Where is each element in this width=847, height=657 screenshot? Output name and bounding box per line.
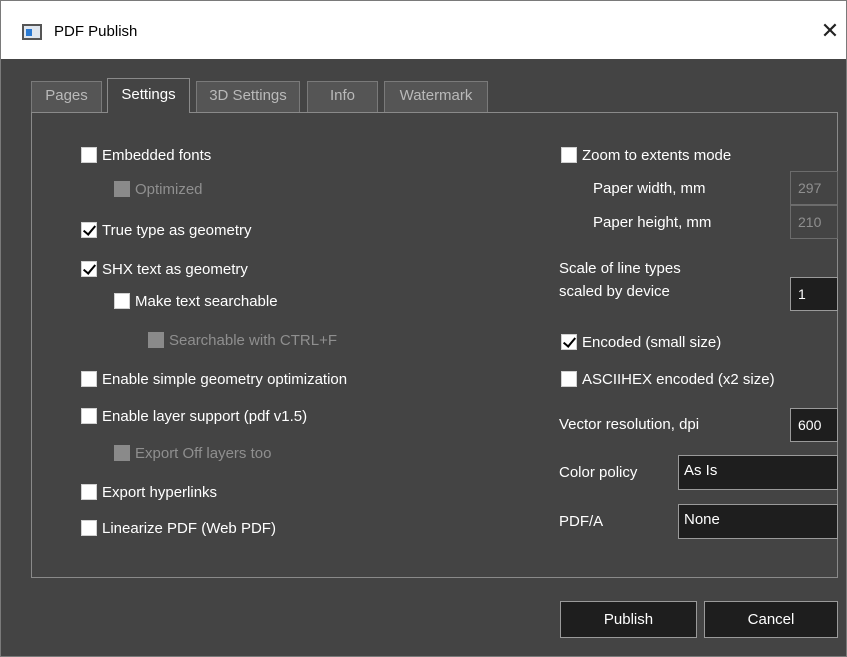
- vector-resolution-input[interactable]: 600: [790, 408, 838, 442]
- layer-support-option[interactable]: Enable layer support (pdf v1.5): [81, 405, 307, 427]
- asciihex-option[interactable]: ASCIIHEX encoded (x2 size): [561, 368, 775, 390]
- line-type-scale-label-1: Scale of line types: [559, 260, 681, 277]
- color-policy-select[interactable]: As Is: [678, 455, 838, 490]
- paper-height-field: 210: [790, 205, 838, 239]
- tab-settings[interactable]: Settings: [107, 78, 190, 113]
- layer-support-checkbox[interactable]: [81, 408, 97, 424]
- export-hyperlinks-option[interactable]: Export hyperlinks: [81, 481, 217, 503]
- make-text-searchable-option[interactable]: Make text searchable: [114, 290, 278, 312]
- zoom-extents-option[interactable]: Zoom to extents mode: [561, 144, 731, 166]
- linearize-pdf-checkbox[interactable]: [81, 520, 97, 536]
- shx-text-geometry-label: SHX text as geometry: [102, 260, 248, 278]
- searchable-ctrl-f-label: Searchable with CTRL+F: [169, 331, 337, 349]
- simple-geometry-optimization-label: Enable simple geometry optimization: [102, 370, 348, 388]
- paper-width-field: 297: [790, 171, 838, 205]
- zoom-extents-label: Zoom to extents mode: [582, 146, 732, 164]
- window-title: PDF Publish: [54, 23, 138, 40]
- tab-3d-settings[interactable]: 3D Settings: [196, 81, 300, 112]
- searchable-ctrl-f-checkbox: [148, 332, 164, 348]
- linearize-pdf-label: Linearize PDF (Web PDF): [102, 519, 276, 537]
- true-type-geometry-option[interactable]: True type as geometry: [81, 219, 252, 241]
- tab-watermark[interactable]: Watermark: [384, 81, 488, 112]
- asciihex-label: ASCIIHEX encoded (x2 size): [582, 370, 775, 388]
- make-text-searchable-checkbox[interactable]: [114, 293, 130, 309]
- optimized-label: Optimized: [135, 180, 203, 198]
- export-off-layers-label: Export Off layers too: [135, 444, 272, 462]
- embedded-fonts-option[interactable]: Embedded fonts: [81, 144, 211, 166]
- export-off-layers-checkbox: [114, 445, 130, 461]
- vector-resolution-label: Vector resolution, dpi: [559, 416, 700, 433]
- paper-height-label: Paper height, mm: [593, 214, 712, 231]
- linearize-pdf-option[interactable]: Linearize PDF (Web PDF): [81, 517, 276, 539]
- pdfa-select[interactable]: None: [678, 504, 838, 539]
- embedded-fonts-label: Embedded fonts: [102, 146, 212, 164]
- simple-geometry-optimization-option[interactable]: Enable simple geometry optimization: [81, 368, 347, 390]
- simple-geometry-optimization-checkbox[interactable]: [81, 371, 97, 387]
- close-icon[interactable]: ✕: [818, 19, 842, 43]
- shx-text-geometry-option[interactable]: SHX text as geometry: [81, 258, 248, 280]
- tab-info[interactable]: Info: [307, 81, 378, 112]
- embedded-fonts-checkbox[interactable]: [81, 147, 97, 163]
- make-text-searchable-label: Make text searchable: [135, 292, 278, 310]
- true-type-geometry-checkbox[interactable]: [81, 222, 97, 238]
- title-bar: PDF Publish ✕: [1, 1, 846, 59]
- line-type-scale-label-2: scaled by device: [559, 283, 670, 300]
- encoded-small-label: Encoded (small size): [582, 333, 722, 351]
- pdfa-label: PDF/A: [559, 513, 604, 530]
- cancel-button[interactable]: Cancel: [704, 601, 838, 638]
- export-hyperlinks-label: Export hyperlinks: [102, 483, 218, 501]
- encoded-small-option[interactable]: Encoded (small size): [561, 331, 721, 353]
- paper-width-label: Paper width, mm: [593, 180, 706, 197]
- line-type-scale-input[interactable]: 1: [790, 277, 838, 311]
- encoded-small-checkbox[interactable]: [561, 334, 577, 350]
- export-off-layers-option: Export Off layers too: [114, 442, 271, 464]
- tab-pages[interactable]: Pages: [31, 81, 102, 112]
- color-policy-label: Color policy: [559, 464, 638, 481]
- export-hyperlinks-checkbox[interactable]: [81, 484, 97, 500]
- searchable-ctrl-f-option: Searchable with CTRL+F: [148, 329, 337, 351]
- shx-text-geometry-checkbox[interactable]: [81, 261, 97, 277]
- publish-button[interactable]: Publish: [560, 601, 697, 638]
- optimized-checkbox: [114, 181, 130, 197]
- layer-support-label: Enable layer support (pdf v1.5): [102, 407, 308, 425]
- zoom-extents-checkbox[interactable]: [561, 147, 577, 163]
- optimized-option: Optimized: [114, 178, 203, 200]
- true-type-geometry-label: True type as geometry: [102, 221, 252, 239]
- app-window-icon: [22, 24, 42, 40]
- asciihex-checkbox[interactable]: [561, 371, 577, 387]
- pdf-publish-dialog: PDF Publish ✕ Pages Settings 3D Settings…: [0, 0, 847, 657]
